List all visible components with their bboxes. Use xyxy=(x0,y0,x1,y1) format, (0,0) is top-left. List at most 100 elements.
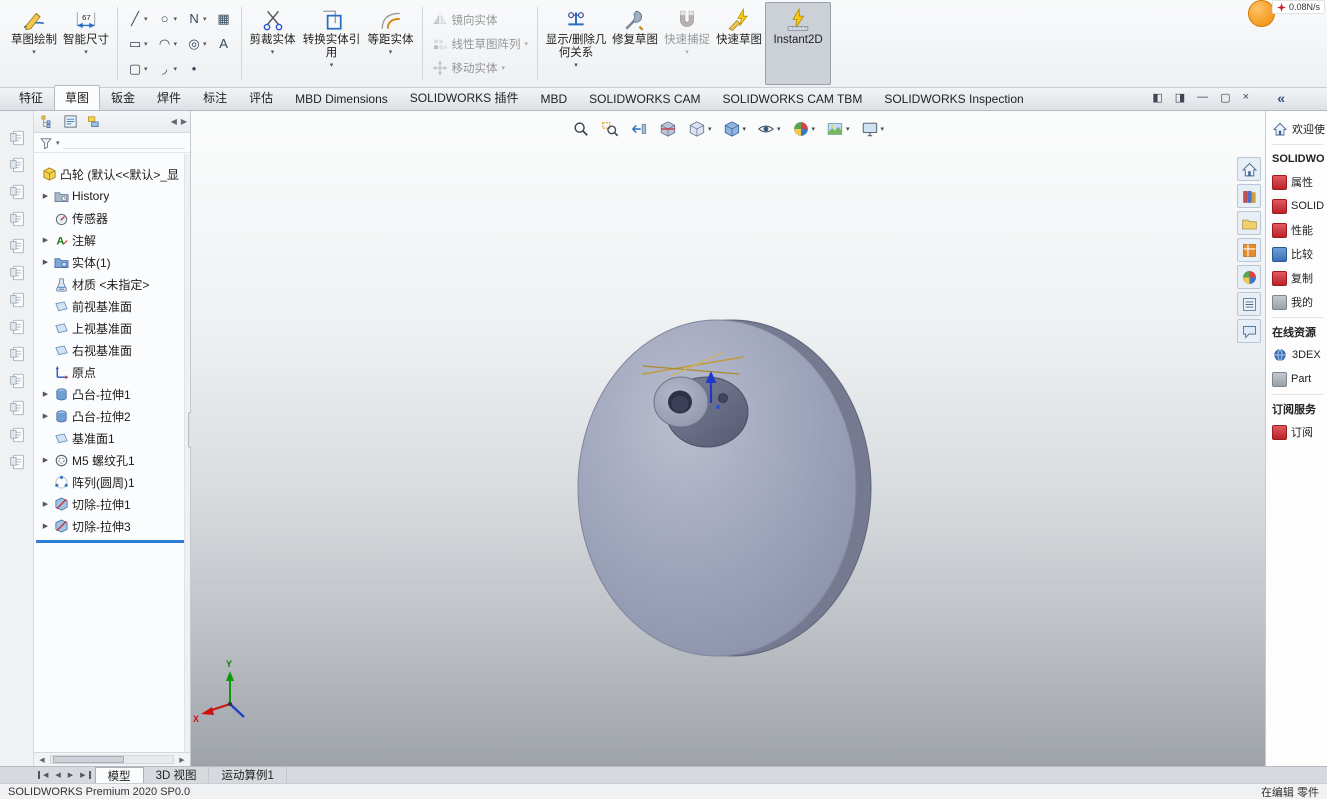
ellipse-tool-button[interactable]: ◎ ▾ xyxy=(183,34,210,54)
expand-arrow-icon[interactable]: ▶ xyxy=(40,412,51,420)
configuration-manager-tab[interactable] xyxy=(83,113,103,131)
task-pane-item-2[interactable]: 属性 xyxy=(1272,170,1327,194)
tree-item-extrude-10[interactable]: ▶ 凸台-拉伸2 xyxy=(34,405,190,427)
dropdown-arrow-icon[interactable]: ▾ xyxy=(812,125,816,133)
section-view-button[interactable] xyxy=(657,118,679,140)
fm-tabs-right-icon[interactable]: ▶ xyxy=(181,117,187,126)
fm-tabs-left-icon[interactable]: ◀ xyxy=(171,117,177,126)
feature-tree-hscroll[interactable]: ◀ ▶ xyxy=(34,752,190,766)
repair-sketch-button[interactable]: 修复草图 xyxy=(609,2,661,85)
left-toolbar-button-3[interactable] xyxy=(6,208,28,230)
task-pane-item-4[interactable]: 性能 xyxy=(1272,218,1327,242)
tab-1[interactable]: 草图 xyxy=(54,85,101,110)
task-pane-item-10[interactable]: Part xyxy=(1272,367,1327,391)
fillet-tool-button[interactable]: ◞ ▾ xyxy=(154,59,181,79)
left-toolbar-button-2[interactable] xyxy=(6,181,28,203)
tree-item-plane-6[interactable]: 上视基准面 xyxy=(34,317,190,339)
dropdown-arrow-icon[interactable]: ▾ xyxy=(32,48,36,56)
dropdown-arrow-icon[interactable]: ▾ xyxy=(502,64,506,72)
tree-item-bodies-3[interactable]: ▶ 实体(1) xyxy=(34,251,190,273)
view-orientation-button[interactable]: ▾ xyxy=(686,118,714,140)
expand-arrow-icon[interactable]: ▶ xyxy=(40,192,51,200)
tab-3[interactable]: 焊件 xyxy=(146,85,192,110)
left-toolbar-button-6[interactable] xyxy=(6,289,28,311)
view-settings-button[interactable]: ▾ xyxy=(859,118,887,140)
hide-show-items-button[interactable]: ▾ xyxy=(755,118,783,140)
dropdown-arrow-icon[interactable]: ▾ xyxy=(203,15,207,23)
tree-item-extrude-9[interactable]: ▶ 凸台-拉伸1 xyxy=(34,383,190,405)
circle-tool-button[interactable]: ○ ▾ xyxy=(154,9,181,28)
dropdown-arrow-icon[interactable]: ▾ xyxy=(84,48,88,56)
restore-button[interactable]: ▢ xyxy=(1220,91,1230,104)
tab-5[interactable]: 评估 xyxy=(238,85,284,110)
left-toolbar-button-12[interactable] xyxy=(6,451,28,473)
next-doc-tab-button[interactable]: ▶ xyxy=(65,771,76,779)
task-pane-item-3[interactable]: SOLID xyxy=(1272,194,1327,218)
collapse-task-pane-button[interactable]: « xyxy=(1277,90,1285,106)
left-toolbar-button-9[interactable] xyxy=(6,370,28,392)
dropdown-arrow-icon[interactable]: ▾ xyxy=(742,125,746,133)
task-pane-item-12[interactable]: 订阅 xyxy=(1272,420,1327,444)
custom-properties-tab[interactable] xyxy=(1237,292,1261,316)
dock-pane-right-button[interactable]: ◨ xyxy=(1175,91,1185,104)
task-pane-item-6[interactable]: 复制 xyxy=(1272,266,1327,290)
move-entities-button[interactable]: 移动实体 ▾ xyxy=(432,58,529,78)
hscroll-track[interactable] xyxy=(50,755,174,764)
dropdown-arrow-icon[interactable]: ▾ xyxy=(708,125,712,133)
dropdown-arrow-icon[interactable]: ▾ xyxy=(777,125,781,133)
tree-item-sensor-1[interactable]: 传感器 xyxy=(34,207,190,229)
scroll-left-icon[interactable]: ◀ xyxy=(36,756,48,764)
previous-view-button[interactable] xyxy=(628,118,650,140)
left-toolbar-button-4[interactable] xyxy=(6,235,28,257)
left-toolbar-button-10[interactable] xyxy=(6,397,28,419)
left-toolbar-button-1[interactable] xyxy=(6,154,28,176)
appearances-tab[interactable] xyxy=(1237,265,1261,289)
tree-item-material-4[interactable]: 材质 <未指定> xyxy=(34,273,190,295)
tree-item-cut-14[interactable]: ▶ 切除-拉伸1 xyxy=(34,493,190,515)
rapid-sketch-button[interactable]: 快速草图 xyxy=(713,2,765,85)
expand-arrow-icon[interactable]: ▶ xyxy=(40,522,51,530)
user-avatar[interactable] xyxy=(1248,0,1275,27)
filter-input[interactable] xyxy=(62,137,185,149)
expand-arrow-icon[interactable]: ▶ xyxy=(40,500,51,508)
expand-arrow-icon[interactable]: ▶ xyxy=(40,258,51,266)
left-toolbar-button-5[interactable] xyxy=(6,262,28,284)
cam-disc[interactable] xyxy=(577,319,872,657)
task-pane-item-5[interactable]: 比较 xyxy=(1272,242,1327,266)
task-pane-item-7[interactable]: 我的 xyxy=(1272,290,1327,314)
doc-tab-0[interactable]: 模型 xyxy=(94,767,144,783)
tab-11[interactable]: SOLIDWORKS Inspection xyxy=(873,88,1034,110)
tab-8[interactable]: MBD xyxy=(529,88,578,110)
forum-tab[interactable] xyxy=(1237,319,1261,343)
rectangle-tool-button[interactable]: ▭ ▾ xyxy=(124,34,151,54)
linear-sketch-pattern-button[interactable]: 线性草图阵列 ▾ xyxy=(432,34,528,54)
mirror-entities-button[interactable]: 镜向实体 xyxy=(432,10,529,30)
left-toolbar-button-7[interactable] xyxy=(6,316,28,338)
left-toolbar-button-0[interactable] xyxy=(6,127,28,149)
tree-item-circular-pattern-13[interactable]: 阵列(圆周)1 xyxy=(34,471,190,493)
design-library-tab[interactable] xyxy=(1237,184,1261,208)
tree-item-thread-12[interactable]: ▶ M5 螺纹孔1 xyxy=(34,449,190,471)
last-doc-tab-button[interactable]: ▶ xyxy=(77,771,91,779)
left-toolbar-button-11[interactable] xyxy=(6,424,28,446)
spline-tool-button[interactable]: N ▾ xyxy=(183,9,210,28)
display-delete-relations-button[interactable]: 显示/删除几何关系 ▾ xyxy=(543,2,609,85)
dropdown-arrow-icon[interactable]: ▾ xyxy=(846,125,850,133)
zoom-area-button[interactable] xyxy=(599,118,621,140)
edit-appearance-button[interactable]: ▾ xyxy=(790,118,818,140)
dropdown-arrow-icon[interactable]: ▾ xyxy=(271,48,275,56)
scroll-right-icon[interactable]: ▶ xyxy=(176,756,188,764)
tab-4[interactable]: 标注 xyxy=(192,85,238,110)
tree-item-origin-8[interactable]: 原点 xyxy=(34,361,190,383)
dock-pane-left-button[interactable]: ◧ xyxy=(1152,91,1162,104)
expand-arrow-icon[interactable]: ▶ xyxy=(40,390,51,398)
tab-6[interactable]: MBD Dimensions xyxy=(284,88,399,110)
dropdown-arrow-icon[interactable]: ▾ xyxy=(389,48,393,56)
apply-scene-button[interactable]: ▾ xyxy=(824,118,852,140)
tree-item-cut-15[interactable]: ▶ 切除-拉伸3 xyxy=(34,515,190,537)
dropdown-arrow-icon[interactable]: ▾ xyxy=(174,65,178,73)
dropdown-arrow-icon[interactable]: ▾ xyxy=(144,40,148,48)
dropdown-arrow-icon[interactable]: ▾ xyxy=(881,125,885,133)
file-explorer-tab[interactable] xyxy=(1237,211,1261,235)
prev-doc-tab-button[interactable]: ◀ xyxy=(52,771,63,779)
